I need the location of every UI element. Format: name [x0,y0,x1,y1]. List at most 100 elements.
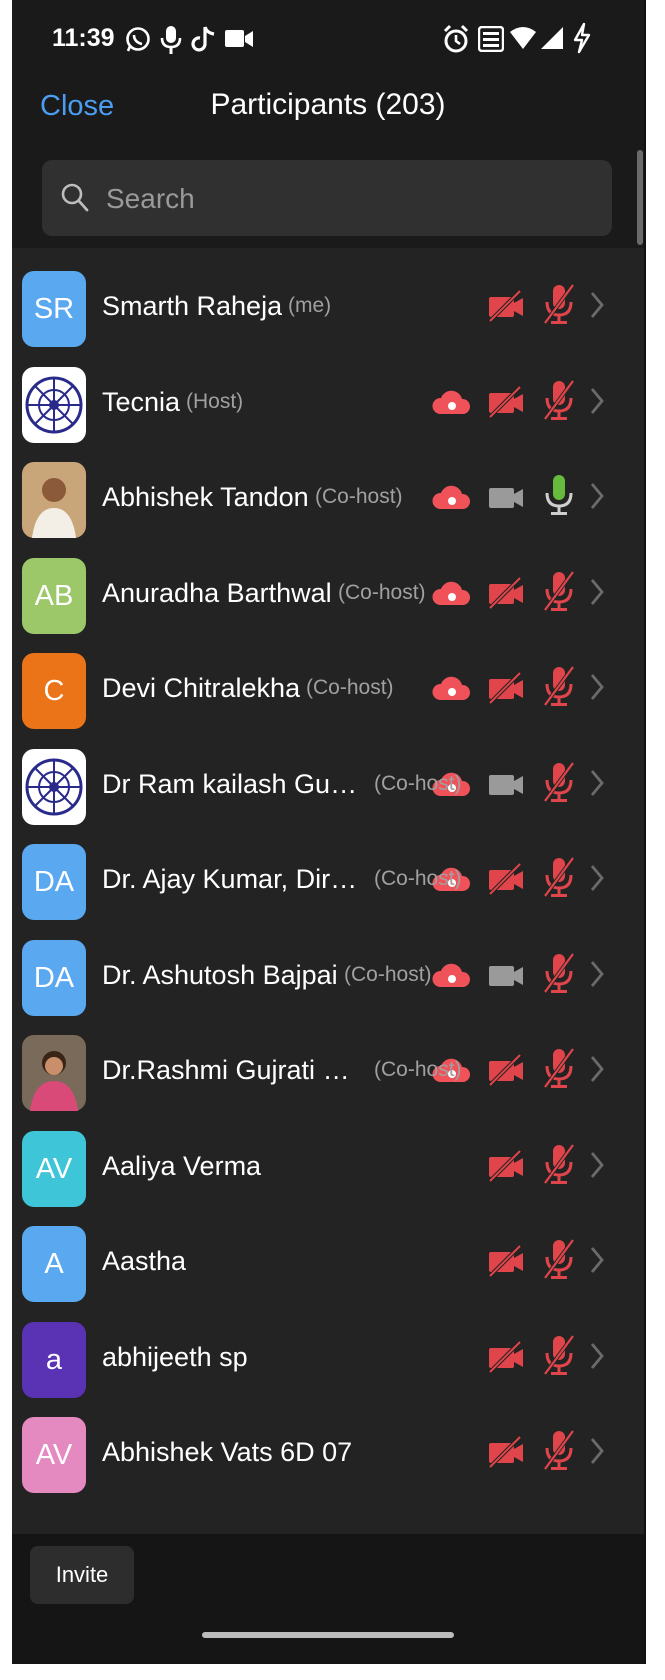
volte-icon [478,26,504,52]
participant-row[interactable]: C Devi Chitralekha (Co-host) [12,638,644,739]
phone-screen: 11:39 Close Participants (203) Search SR… [12,0,646,1664]
chevron-right-icon [590,865,604,891]
participant-role: (Co-host) [306,676,394,699]
video-off-icon [488,862,523,896]
participant-row[interactable]: Abhishek Tandon (Co-host) [12,447,644,548]
participant-row[interactable]: SR Smarth Raheja (me) [12,256,644,357]
video-off-icon [488,1435,523,1469]
avatar: SR [22,271,86,347]
participant-name: Smarth Raheja [102,291,283,321]
chevron-right-icon [590,388,604,414]
battery-charging-icon [573,22,591,54]
participant-list: SR Smarth Raheja (me) Tecnia (Host) Abhi… [12,256,644,1534]
participant-row[interactable]: Dr.Rashmi Gujrati D... (Co-host) [12,1020,644,1121]
search-input[interactable] [104,160,598,238]
participant-row[interactable]: AV Aaliya Verma [12,1116,644,1217]
participant-role: (me) [288,294,332,317]
participant-role: (Co-host) [338,581,426,604]
participant-name: Devi Chitralekha [102,673,301,703]
avatar: DA [22,940,86,1016]
participant-name: Anuradha Barthwal [102,578,332,608]
chevron-right-icon [590,674,604,700]
video-off-icon [488,1149,523,1183]
home-indicator[interactable] [202,1632,454,1638]
profile-photo-avatar [22,1035,86,1111]
chevron-right-icon [590,483,604,509]
tecnia-logo-avatar [22,367,86,443]
chevron-right-icon [590,579,604,605]
participant-row[interactable]: DA Dr. Ashutosh Bajpai (Co-host) [12,925,644,1026]
chevron-right-icon [590,1152,604,1178]
participant-row[interactable]: Dr Ram kailash Gup... (Co-host) [12,734,644,835]
participant-role: (Co-host) [374,1058,462,1081]
search-box[interactable] [42,160,612,238]
participant-row[interactable]: AV Abhishek Vats 6D 07 [12,1402,644,1503]
cloud-recording-icon [432,963,471,987]
participant-row[interactable]: A Aastha [12,1211,644,1312]
mic-muted-icon [543,1238,575,1280]
participant-role: (Host) [186,390,244,413]
participant-name: Dr Ram kailash Gup... [102,769,360,799]
mic-muted-icon [543,952,575,994]
cloud-recording-icon [432,390,471,414]
mic-muted-icon [543,1047,575,1089]
avatar: DA [22,844,86,920]
video-off-icon [488,671,523,705]
participant-name: Aastha [102,1246,187,1276]
mic-muted-icon [543,856,575,898]
participant-row[interactable]: Tecnia (Host) [12,352,644,453]
chevron-right-icon [590,1343,604,1369]
chevron-right-icon [590,961,604,987]
participant-name: abhijeeth sp [102,1342,248,1372]
mic-muted-icon [543,1429,575,1471]
mic-muted-icon [543,379,575,421]
video-on-icon [489,488,523,508]
search-icon [61,183,89,212]
wifi-icon [510,27,536,49]
search-area [12,148,644,248]
avatar: AV [22,1131,86,1207]
mic-muted-icon [543,761,575,803]
scrollbar[interactable] [637,150,643,245]
chevron-right-icon [590,1438,604,1464]
participant-row[interactable]: a abhijeeth sp [12,1307,644,1408]
participant-name: Abhishek Tandon [102,482,309,512]
cloud-recording-icon [432,485,471,509]
participant-role: (Co-host) [374,772,462,795]
microphone-status-icon [160,26,182,54]
chevron-right-icon [590,1247,604,1273]
participant-role: (Co-host) [344,963,432,986]
avatar: A [22,1226,86,1302]
alarm-icon [443,24,469,53]
participant-name: Abhishek Vats 6D 07 [102,1437,353,1467]
cloud-recording-icon [432,676,471,700]
bottom-toolbar: Invite [12,1534,644,1619]
mic-muted-icon [543,1143,575,1185]
participant-name: Dr. Ajay Kumar, Dire... [102,864,360,894]
mic-muted-icon [543,570,575,612]
participant-name: Aaliya Verma [102,1151,262,1181]
video-off-icon [488,385,523,419]
nav-bar: Close Participants (203) [12,76,644,149]
navigation-bar [12,1619,644,1664]
invite-button[interactable]: Invite [30,1546,134,1604]
tiktok-icon [191,26,215,52]
video-off-icon [488,1053,523,1087]
avatar: AV [22,1417,86,1493]
video-off-icon [488,1340,523,1374]
video-on-icon [489,775,523,795]
chevron-right-icon [590,292,604,318]
video-camera-status-icon [225,30,253,47]
participant-name: Dr. Ashutosh Bajpai [102,960,338,990]
cloud-recording-icon [432,581,471,605]
participant-row[interactable]: AB Anuradha Barthwal (Co-host) [12,543,644,644]
mic-muted-icon [543,665,575,707]
participant-row[interactable]: DA Dr. Ajay Kumar, Dire... (Co-host) [12,829,644,930]
profile-photo-avatar [22,462,86,538]
avatar: AB [22,558,86,634]
whatsapp-icon [126,27,150,52]
status-bar: 11:39 [12,0,644,76]
signal-icon [541,27,563,49]
chevron-right-icon [590,1056,604,1082]
chevron-right-icon [590,770,604,796]
